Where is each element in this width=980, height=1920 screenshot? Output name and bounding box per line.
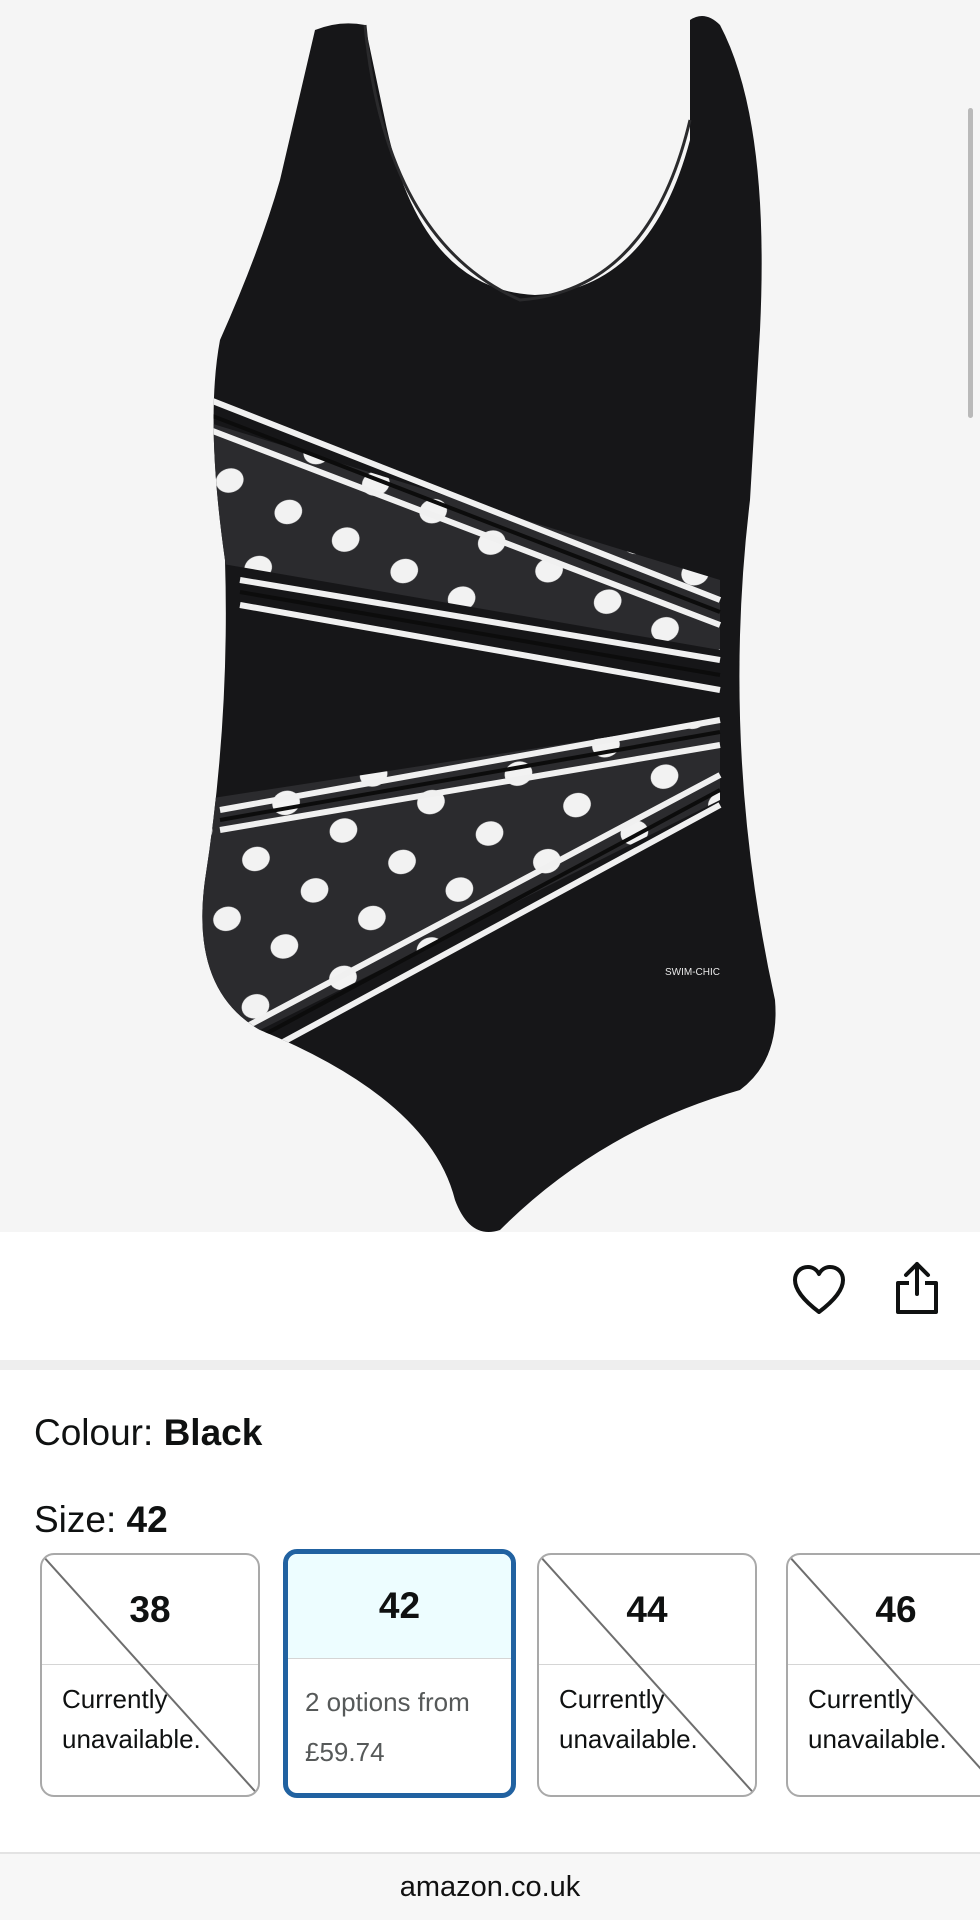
size-label: Size: bbox=[34, 1499, 127, 1540]
wishlist-button[interactable] bbox=[789, 1260, 849, 1320]
size-option-status: Currently unavailable. bbox=[808, 1684, 947, 1754]
size-option-38[interactable]: 38 Currently unavailable. bbox=[40, 1553, 260, 1797]
size-option-status: Currently unavailable. bbox=[62, 1684, 201, 1754]
section-divider bbox=[0, 1360, 980, 1370]
size-option-label: 38 bbox=[42, 1555, 258, 1665]
browser-address-bar[interactable]: amazon.co.uk bbox=[0, 1854, 980, 1920]
size-option-46[interactable]: 46 Currently unavailable. bbox=[786, 1553, 980, 1797]
size-option-price-info: 2 options from £59.74 bbox=[288, 1659, 511, 1793]
share-button[interactable] bbox=[887, 1258, 947, 1318]
colour-value: Black bbox=[163, 1412, 263, 1453]
product-actions bbox=[0, 1232, 980, 1360]
size-option-44[interactable]: 44 Currently unavailable. bbox=[537, 1553, 757, 1797]
domain-text: amazon.co.uk bbox=[399, 1870, 581, 1903]
size-selection: Size: 42 bbox=[34, 1492, 168, 1548]
swimsuit-illustration: SWIM-CHIC bbox=[202, 16, 776, 1232]
size-option-status: Currently unavailable. bbox=[559, 1684, 698, 1754]
size-option-42[interactable]: 42 2 options from £59.74 bbox=[283, 1549, 516, 1798]
size-option-label: 46 bbox=[788, 1555, 980, 1665]
option-price: £59.74 bbox=[305, 1737, 385, 1767]
heart-icon bbox=[793, 1265, 845, 1314]
colour-label: Colour: bbox=[34, 1412, 164, 1453]
size-value: 42 bbox=[126, 1499, 168, 1540]
size-option-label: 42 bbox=[288, 1554, 511, 1659]
size-option-label: 44 bbox=[539, 1555, 755, 1665]
share-icon bbox=[896, 1262, 938, 1314]
brand-print: SWIM-CHIC bbox=[665, 967, 720, 978]
options-count: 2 options from bbox=[305, 1687, 470, 1717]
image-scrollbar[interactable] bbox=[968, 108, 973, 418]
product-image[interactable]: SWIM-CHIC bbox=[0, 0, 980, 1232]
colour-selection: Colour: Black bbox=[34, 1405, 262, 1461]
